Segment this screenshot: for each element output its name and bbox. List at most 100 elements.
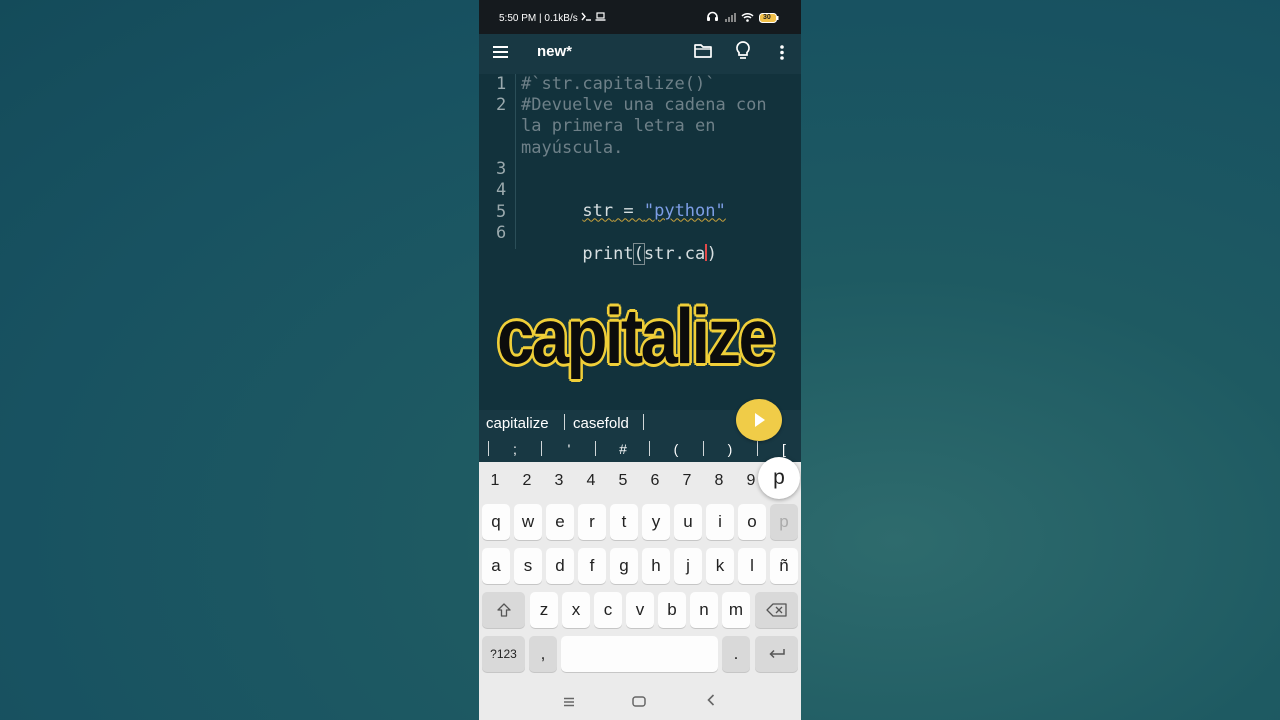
suggestion-item[interactable]: capitalize [486,415,549,432]
key-a[interactable]: a [482,548,510,584]
code-open-paren: ( [632,243,645,266]
line-number: 1 [496,74,507,94]
back-icon[interactable] [707,693,715,711]
recents-icon[interactable] [563,694,575,712]
symbol-key[interactable]: # [613,441,633,457]
terminal-icon [581,12,592,24]
key-d[interactable]: d [546,548,574,584]
comma-key[interactable]: , [529,636,557,672]
key-m[interactable]: m [722,592,750,628]
key-c[interactable]: c [594,592,622,628]
key-l[interactable]: l [738,548,766,584]
key-b[interactable]: b [658,592,686,628]
headset-icon [706,11,719,25]
overlay-title: capitalize [496,292,777,380]
symbol-key[interactable]: ) [720,441,740,457]
key-e[interactable]: e [546,504,574,540]
key-y[interactable]: y [642,504,670,540]
soft-keyboard: 1 2 3 4 5 6 7 8 9 q w e r t y u i o p a … [479,462,801,674]
code-editor[interactable]: 1 2 3 4 5 6 #`str.capitalize()` #Devuelv… [479,74,801,410]
line-number: 3 [496,159,507,179]
number-key[interactable]: 5 [608,472,638,490]
lightbulb-icon[interactable] [734,40,752,62]
key-i[interactable]: i [706,504,734,540]
key-u[interactable]: u [674,504,702,540]
divider [757,441,758,456]
shift-icon[interactable] [482,592,525,628]
code-string: "python" [643,201,726,222]
enter-icon[interactable] [755,636,798,672]
gutter-divider [515,74,516,249]
key-q[interactable]: q [482,504,510,540]
key-p[interactable]: p [770,504,798,540]
symbol-key[interactable]: ; [505,441,525,457]
number-key[interactable]: 1 [480,472,510,490]
symbol-key[interactable]: ' [559,441,579,457]
key-o[interactable]: o [738,504,766,540]
key-f[interactable]: f [578,548,606,584]
divider [649,441,650,456]
app-bar: new* [479,34,801,74]
code-line-2c: mayúscula. [521,138,624,158]
number-key[interactable]: 6 [640,472,670,490]
folder-icon[interactable] [693,42,713,62]
backspace-icon[interactable] [755,592,798,628]
symbol-key[interactable]: [ [774,441,794,457]
line-number: 4 [496,180,507,200]
laptop-icon [595,12,606,24]
number-key[interactable]: 4 [576,472,606,490]
battery-icon: 30 [759,13,779,23]
space-key[interactable] [561,636,718,672]
divider [643,414,644,430]
symbols-switch-key[interactable]: ?123 [482,636,525,672]
battery-level: 30 [763,14,771,21]
suggestion-item[interactable]: casefold [573,415,629,432]
key-h[interactable]: h [642,548,670,584]
key-g[interactable]: g [610,548,638,584]
key-s[interactable]: s [514,548,542,584]
key-n[interactable]: n [690,592,718,628]
code-arg: str.ca [643,244,706,265]
symbol-key[interactable]: ( [666,441,686,457]
code-line-6: print(str.ca) [521,223,717,287]
line-number: 6 [496,223,507,243]
divider [541,441,542,456]
divider [564,414,565,430]
number-key[interactable]: 3 [544,472,574,490]
code-print: print [582,244,634,265]
key-k[interactable]: k [706,548,734,584]
file-title: new* [537,43,573,60]
code-line-2a: #Devuelve una cadena con [521,95,767,115]
code-line-2b: la primera letra en [521,116,716,136]
navigation-bar [479,674,801,720]
number-key[interactable]: 7 [672,472,702,490]
number-key[interactable]: 2 [512,472,542,490]
play-icon[interactable] [736,399,782,441]
divider [595,441,596,456]
key-j[interactable]: j [674,548,702,584]
status-right: 30 [706,11,779,25]
phone-screen: 5:50 PM | 0.1kB/s 30 new* 1 2 3 4 5 6 #`… [479,0,801,720]
key-w[interactable]: w [514,504,542,540]
key-t[interactable]: t [610,504,638,540]
key-z[interactable]: z [530,592,558,628]
period-key[interactable]: . [722,636,750,672]
more-vertical-icon[interactable] [775,42,789,62]
line-number: 5 [496,202,507,222]
key-n-tilde[interactable]: ñ [770,548,798,584]
key-preview-popup: p [758,457,800,499]
hamburger-icon[interactable] [491,42,511,62]
code-eq: = [613,201,644,222]
status-time: 5:50 PM | 0.1kB/s [499,12,578,24]
key-x[interactable]: x [562,592,590,628]
divider [703,441,704,456]
number-key[interactable]: 8 [704,472,734,490]
code-close-paren: ) [706,244,718,265]
line-number: 2 [496,95,507,115]
code-var: str [582,201,614,222]
wifi-icon [741,12,754,25]
key-r[interactable]: r [578,504,606,540]
divider [488,441,489,456]
key-v[interactable]: v [626,592,654,628]
home-icon[interactable] [632,694,646,712]
